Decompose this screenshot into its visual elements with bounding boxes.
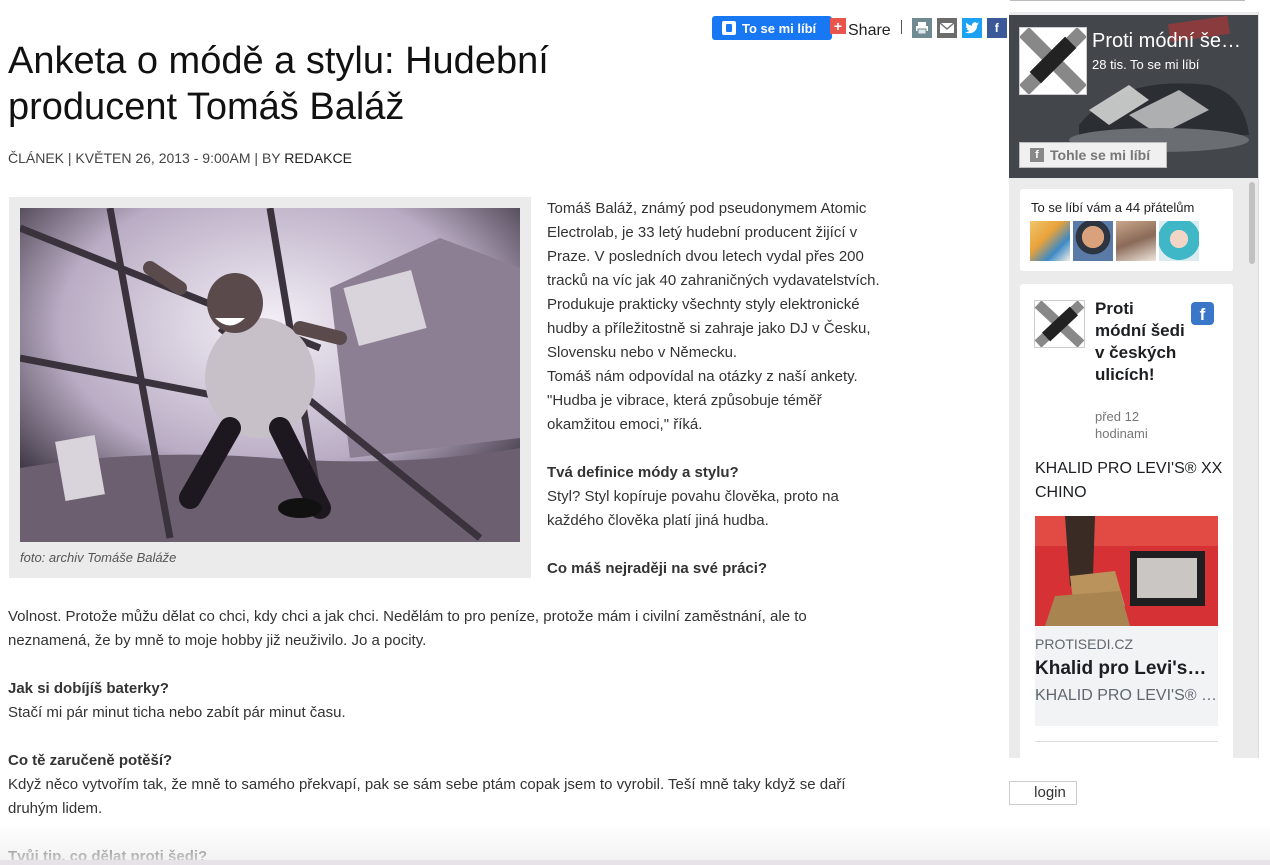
- facebook-like-button[interactable]: To se mi líbí: [712, 16, 832, 40]
- article-meta: ČLÁNEK | KVĚTEN 26, 2013 - 9:00AM | BY R…: [8, 150, 352, 166]
- post-page-logo[interactable]: [1034, 300, 1085, 348]
- facebook-like-label: To se mi líbí: [742, 20, 817, 36]
- facebook-page-widget: Proti módní šedi v českých ulicích! 28 t…: [1009, 12, 1259, 758]
- answer-4: Když něco vytvořím tak, že mně to samého…: [8, 776, 846, 817]
- photo-caption: foto: archiv Tomáše Baláže: [20, 550, 177, 565]
- facebook-icon: f: [1030, 148, 1044, 162]
- post-link-card[interactable]: PROTISEDI.CZ Khalid pro Levi's® XX Chino…: [1035, 626, 1218, 726]
- link-description: KHALID PRO LEVI'S® XX CHINO: [1035, 687, 1218, 704]
- widget-scrollbar[interactable]: [1246, 180, 1258, 758]
- friends-like-text: To se líbí vám a 44 přátelům: [1031, 200, 1195, 215]
- friend-avatar[interactable]: [1159, 221, 1199, 261]
- question-4: Co tě zaručeně potěší?: [8, 752, 173, 769]
- page-likes-count: 28 tis. To se mi líbí: [1092, 57, 1200, 72]
- scrollbar-thumb[interactable]: [1249, 182, 1255, 264]
- post-page-name[interactable]: Proti módní šedi v českých ulicích!: [1095, 298, 1185, 386]
- answer-1: Styl? Styl kopíruje povahu člověka, prot…: [547, 488, 839, 529]
- question-1: Tvá definice módy a stylu?: [547, 464, 739, 481]
- twitter-icon[interactable]: [961, 18, 982, 38]
- link-domain: PROTISEDI.CZ: [1035, 636, 1134, 652]
- answer-3: Stačí mi pár minut ticha nebo zabít pár …: [8, 704, 346, 721]
- article-intro: Tomáš Baláž, známý pod pseudonymem Atomi…: [547, 197, 892, 581]
- article-photo: [20, 208, 520, 542]
- post-divider: [1035, 741, 1218, 742]
- answer-2: Volnost. Protože můžu dělat co chci, kdy…: [8, 608, 807, 649]
- friends-like-box: To se líbí vám a 44 přátelům: [1020, 189, 1233, 271]
- facebook-share-icon[interactable]: f: [986, 18, 1007, 38]
- bottom-strip: [0, 860, 1270, 865]
- post-text: KHALID PRO LEVI'S® XX CHINO: [1035, 460, 1223, 501]
- article-title: Anketa o módě a stylu: Hudební producent…: [8, 40, 549, 128]
- article-figure: foto: archiv Tomáše Baláže: [9, 197, 531, 578]
- share-bar: To se mi líbí + Share f: [712, 15, 1012, 41]
- share-plus-icon[interactable]: +: [830, 18, 846, 34]
- divider: [900, 20, 902, 34]
- link-title[interactable]: Khalid pro Levi's® XX Chino: [1035, 658, 1218, 680]
- facebook-icon: f: [1191, 302, 1214, 325]
- facebook-page-header[interactable]: Proti módní šedi v českých ulicích! 28 t…: [1009, 15, 1258, 178]
- top-divider: [1010, 0, 1245, 1]
- page-logo[interactable]: [1019, 27, 1087, 95]
- login-button[interactable]: login: [1009, 781, 1077, 805]
- thumbs-up-icon: [722, 21, 736, 35]
- facebook-post: Proti módní šedi v českých ulicích! před…: [1020, 284, 1233, 758]
- email-icon[interactable]: [936, 18, 957, 38]
- post-image[interactable]: [1035, 516, 1218, 626]
- question-2: Co máš nejraději na své práci?: [547, 560, 768, 577]
- friend-avatar[interactable]: [1073, 221, 1113, 261]
- intro-paragraph: Tomáš Baláž, známý pod pseudonymem Atomi…: [547, 200, 880, 361]
- page-name[interactable]: Proti módní šedi v českých ulicích!: [1092, 30, 1252, 53]
- post-timestamp[interactable]: před 12 hodinami: [1095, 408, 1185, 442]
- print-icon[interactable]: [911, 18, 932, 38]
- article-meta-date: ČLÁNEK | KVĚTEN 26, 2013 - 9:00AM | BY: [8, 150, 285, 166]
- question-3: Jak si dobíjíš baterky?: [8, 680, 169, 697]
- photo-illustration: [20, 208, 520, 542]
- article-author-link[interactable]: REDAKCE: [284, 150, 352, 166]
- page-like-label: Tohle se mi líbí: [1050, 147, 1151, 163]
- page-like-button[interactable]: f Tohle se mi líbí: [1019, 142, 1167, 168]
- friend-avatar[interactable]: [1116, 221, 1156, 261]
- friend-avatar[interactable]: [1030, 221, 1070, 261]
- intro-paragraph-2: Tomáš nám odpovídal na otázky z naší ank…: [547, 368, 858, 433]
- share-link[interactable]: Share: [848, 22, 891, 40]
